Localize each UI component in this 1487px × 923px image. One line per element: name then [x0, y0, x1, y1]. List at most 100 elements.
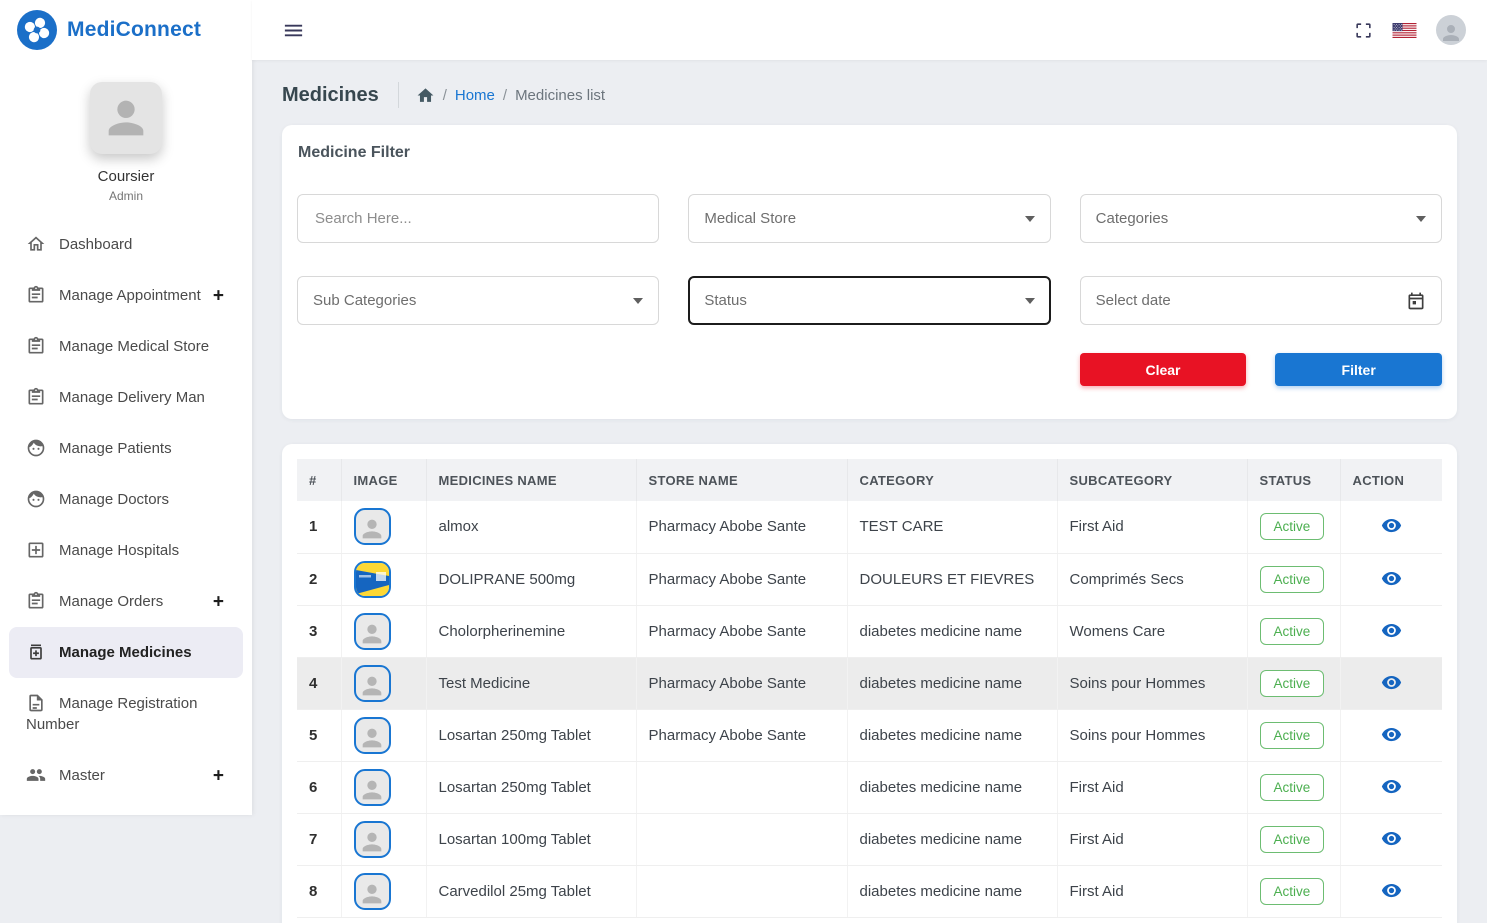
status-badge: Active	[1260, 670, 1325, 697]
person-thumb	[354, 613, 391, 650]
search-input[interactable]	[313, 209, 643, 228]
category-cell: diabetes medicine name	[847, 761, 1057, 813]
sidebar-item-dashboard[interactable]: Dashboard	[0, 219, 252, 270]
expand-plus-icon[interactable]: +	[213, 592, 224, 611]
sidebar-item-label: Manage Registration Number	[26, 695, 197, 733]
row-number-cell: 2	[297, 553, 341, 605]
view-button[interactable]	[1379, 826, 1404, 851]
medicine-name-cell: Losartan 250mg Tablet	[426, 761, 636, 813]
filter-actions: Clear Filter	[1080, 353, 1442, 386]
status-select[interactable]: Status	[688, 276, 1050, 325]
subcategory-cell: First Aid	[1057, 501, 1247, 553]
breadcrumb-home-link[interactable]: Home	[455, 87, 495, 104]
column-header: CATEGORY	[847, 459, 1057, 501]
table-row: 2DOLIPRANE 500mgPharmacy Abobe SanteDOUL…	[297, 553, 1442, 605]
subcategory-cell: Womens Care	[1057, 605, 1247, 657]
sub-categories-select[interactable]: Sub Categories	[297, 276, 659, 325]
status-cell: Active	[1247, 865, 1340, 917]
sidebar-item-manage-medicines[interactable]: Manage Medicines	[9, 627, 243, 678]
expand-plus-icon[interactable]: +	[213, 286, 224, 305]
date-field[interactable]: Select date	[1080, 276, 1442, 325]
table-row: 7Losartan 100mg Tabletdiabetes medicine …	[297, 813, 1442, 865]
breadcrumb-current: Medicines list	[515, 87, 605, 104]
breadcrumb-home-icon[interactable]	[416, 86, 435, 105]
chevron-down-icon	[633, 298, 643, 304]
status-badge: Active	[1260, 878, 1325, 905]
person-thumb	[354, 665, 391, 702]
status-badge: Active	[1260, 826, 1325, 853]
category-cell: diabetes medicine name	[847, 605, 1057, 657]
image-cell	[341, 709, 426, 761]
expand-plus-icon[interactable]: +	[213, 766, 224, 785]
column-header: MEDICINES NAME	[426, 459, 636, 501]
view-button[interactable]	[1379, 513, 1404, 538]
store-name-cell: Pharmacy Abobe Sante	[636, 709, 847, 761]
subcategory-cell: First Aid	[1057, 865, 1247, 917]
sidebar: MediConnect Coursier Admin DashboardMana…	[0, 0, 252, 815]
sidebar-item-manage-delivery-man[interactable]: Manage Delivery Man	[0, 372, 252, 423]
menu-icon[interactable]	[282, 19, 305, 42]
row-number-cell: 8	[297, 865, 341, 917]
medicine-name-cell: Carvedilol 25mg Tablet	[426, 865, 636, 917]
sidebar-item-label: Manage Doctors	[59, 491, 169, 508]
filter-button[interactable]: Filter	[1275, 353, 1442, 386]
action-cell	[1340, 761, 1442, 813]
category-cell: diabetes medicine name	[847, 657, 1057, 709]
status-cell: Active	[1247, 605, 1340, 657]
medicine-name-cell: DOLIPRANE 500mg	[426, 553, 636, 605]
status-cell: Active	[1247, 657, 1340, 709]
action-cell	[1340, 553, 1442, 605]
us-flag-icon[interactable]	[1392, 23, 1417, 38]
sidebar-item-manage-patients[interactable]: Manage Patients	[0, 423, 252, 474]
people-icon	[26, 765, 46, 785]
status-cell: Active	[1247, 709, 1340, 761]
table-row: 1almoxPharmacy Abobe SanteTEST CAREFirst…	[297, 501, 1442, 553]
profile-avatar[interactable]	[90, 82, 162, 154]
sidebar-item-manage-hospitals[interactable]: Manage Hospitals	[0, 525, 252, 576]
subcategory-cell: First Aid	[1057, 813, 1247, 865]
view-button[interactable]	[1379, 722, 1404, 747]
page-title: Medicines	[282, 84, 379, 107]
view-button[interactable]	[1379, 878, 1404, 903]
column-header: STATUS	[1247, 459, 1340, 501]
action-cell	[1340, 865, 1442, 917]
categories-label: Categories	[1096, 210, 1408, 227]
document-icon	[26, 693, 46, 713]
sidebar-item-manage-registration-number[interactable]: Manage Registration Number	[0, 678, 252, 750]
image-cell	[341, 657, 426, 709]
profile-role: Admin	[109, 189, 143, 203]
view-button[interactable]	[1379, 618, 1404, 643]
search-field[interactable]	[297, 194, 659, 243]
user-avatar[interactable]	[1436, 15, 1466, 45]
view-button[interactable]	[1379, 774, 1404, 799]
sidebar-item-label: Manage Medical Store	[59, 338, 209, 355]
action-cell	[1340, 813, 1442, 865]
categories-select[interactable]: Categories	[1080, 194, 1442, 243]
calendar-icon[interactable]	[1406, 291, 1426, 311]
row-number-cell: 3	[297, 605, 341, 657]
breadcrumb-separator: /	[443, 87, 447, 104]
table-row: 5Losartan 250mg TabletPharmacy Abobe San…	[297, 709, 1442, 761]
clear-button[interactable]: Clear	[1080, 353, 1247, 386]
sidebar-item-manage-doctors[interactable]: Manage Doctors	[0, 474, 252, 525]
view-button[interactable]	[1379, 566, 1404, 591]
store-name-cell: Pharmacy Abobe Sante	[636, 553, 847, 605]
row-number-cell: 4	[297, 657, 341, 709]
store-name-cell	[636, 761, 847, 813]
view-button[interactable]	[1379, 670, 1404, 695]
topbar	[252, 0, 1487, 60]
sidebar-item-label: Manage Appointment	[59, 287, 201, 304]
fullscreen-icon[interactable]	[1354, 21, 1373, 40]
sidebar-item-master[interactable]: Master+	[0, 750, 252, 801]
sidebar-item-label: Manage Medicines	[59, 644, 192, 661]
store-name-cell: Pharmacy Abobe Sante	[636, 605, 847, 657]
medicine-box-thumb	[354, 561, 391, 598]
subcategory-cell: Comprimés Secs	[1057, 553, 1247, 605]
sidebar-item-manage-medical-store[interactable]: Manage Medical Store	[0, 321, 252, 372]
sidebar-item-manage-appointment[interactable]: Manage Appointment +	[0, 270, 252, 321]
sidebar-item-manage-orders[interactable]: Manage Orders+	[0, 576, 252, 627]
brand[interactable]: MediConnect	[0, 0, 252, 60]
topbar-right	[1354, 15, 1466, 45]
row-number-cell: 5	[297, 709, 341, 761]
medical-store-select[interactable]: Medical Store	[688, 194, 1050, 243]
